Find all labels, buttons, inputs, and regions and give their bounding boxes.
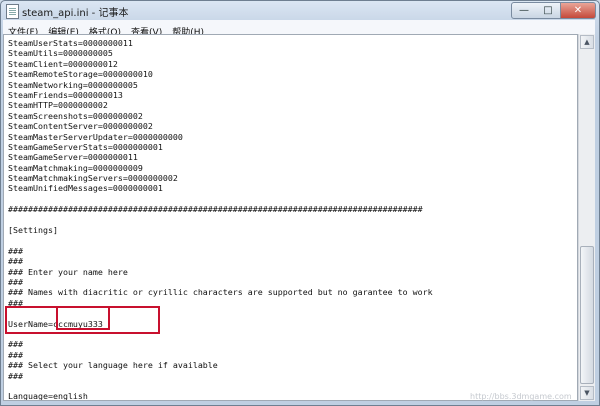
editor-line: SteamRemoteStorage=0000000010 — [8, 69, 153, 80]
editor-line: ########################################… — [8, 204, 423, 215]
editor-line: SteamUserStats=0000000011 — [8, 38, 133, 48]
minimize-button[interactable]: — — [511, 2, 537, 19]
window-title: steam_api.ini - 记事本 — [22, 8, 129, 19]
editor-content: SteamUserStats=0000000011 SteamUtils=000… — [8, 38, 433, 401]
editor-line: SteamFriends=0000000013 — [8, 89, 123, 100]
editor-line: ### — [8, 339, 23, 350]
editor-line: ### Select your language here if availab… — [8, 360, 218, 371]
editor-line: SteamUtils=0000000005 — [8, 48, 113, 59]
scroll-down-arrow-icon[interactable]: ▼ — [580, 386, 594, 400]
watermark-text: http://bbs.3dmgame.com — [470, 392, 572, 401]
editor-line: SteamGameServerStats=0000000001 — [8, 141, 163, 152]
username-value-highlight — [56, 306, 110, 330]
editor-line: ### — [8, 256, 23, 267]
editor-line: SteamNetworking=0000000005 — [8, 79, 138, 90]
text-editor[interactable]: SteamUserStats=0000000011 SteamUtils=000… — [3, 34, 578, 401]
scroll-up-arrow-icon[interactable]: ▲ — [580, 35, 594, 49]
editor-line: ### — [8, 349, 23, 360]
editor-line: ### — [8, 276, 23, 287]
editor-line: SteamGameServer=0000000011 — [8, 152, 138, 163]
editor-line: SteamMasterServerUpdater=0000000000 — [8, 131, 183, 142]
editor-line: ### Names with diacritic or cyrillic cha… — [8, 287, 433, 298]
title-bar[interactable]: steam_api.ini - 记事本 — □ ✕ — [1, 1, 599, 20]
editor-line: SteamScreenshots=0000000002 — [8, 110, 143, 121]
maximize-button[interactable]: □ — [536, 2, 561, 19]
menu-bar: 文件(F) 编辑(E) 格式(O) 查看(V) 帮助(H) — [3, 20, 595, 38]
notepad-app-icon — [6, 4, 19, 19]
editor-line: SteamHTTP=0000000002 — [8, 100, 108, 111]
scrollbar-thumb[interactable] — [580, 246, 594, 384]
vertical-scrollbar[interactable]: ▲ ▼ — [578, 34, 595, 401]
editor-line: ### — [8, 370, 23, 381]
editor-line: SteamUnifiedMessages=0000000001 — [8, 183, 163, 194]
close-button[interactable]: ✕ — [560, 2, 596, 19]
editor-line: [Settings] — [8, 225, 58, 236]
editor-line: ### Enter your name here — [8, 266, 128, 277]
editor-line: SteamClient=0000000012 — [8, 58, 118, 69]
language-line: Language=english — [8, 391, 88, 401]
editor-line: ### — [8, 245, 23, 256]
editor-line: SteamMatchmakingServers=0000000002 — [8, 173, 178, 184]
editor-line: SteamContentServer=0000000002 — [8, 121, 153, 132]
notepad-window: steam_api.ini - 记事本 — □ ✕ 文件(F) 编辑(E) 格式(O… — [0, 0, 600, 406]
editor-line: SteamMatchmaking=0000000009 — [8, 162, 143, 173]
